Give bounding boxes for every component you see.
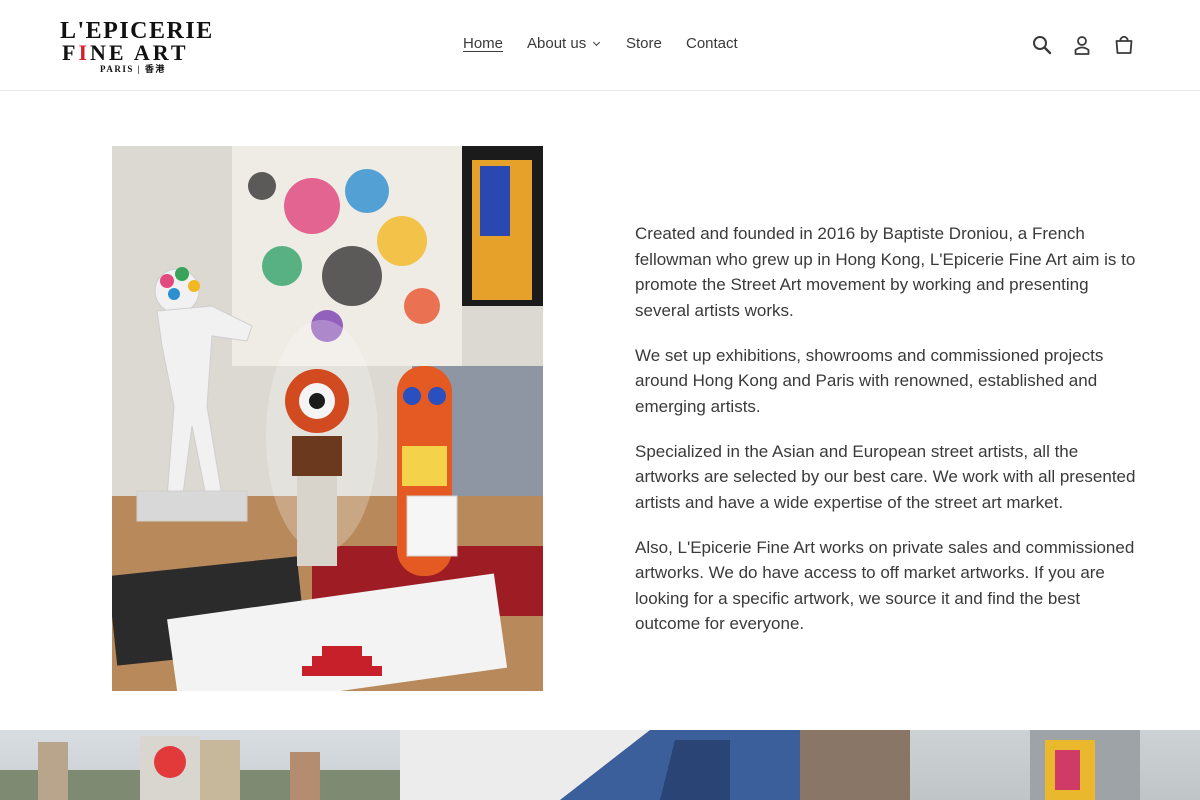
chevron-down-icon bbox=[593, 38, 601, 47]
about-paragraph-2: We set up exhibitions, showrooms and com… bbox=[635, 345, 1104, 416]
nav-store-link[interactable]: Store bbox=[626, 35, 662, 52]
about-paragraph-1: Created and founded in 2016 by Baptiste … bbox=[635, 224, 1136, 320]
gallery-tile-2[interactable] bbox=[400, 730, 800, 800]
nav-about-dropdown[interactable]: About us bbox=[527, 35, 601, 52]
nav-home-link[interactable]: Home bbox=[463, 35, 503, 52]
gallery-tile-3[interactable] bbox=[800, 730, 1200, 800]
logo-line-3: PARIS | 香港 bbox=[100, 64, 166, 74]
about-text: Created and founded in 2016 by Baptiste … bbox=[635, 221, 1145, 656]
main-nav: Home About us Store Contact bbox=[0, 35, 1200, 57]
search-icon[interactable] bbox=[1030, 33, 1054, 57]
nav-contact-link[interactable]: Contact bbox=[686, 35, 738, 52]
cart-icon[interactable] bbox=[1112, 33, 1136, 57]
gallery-tile-1[interactable] bbox=[0, 730, 400, 800]
feature-image bbox=[112, 146, 543, 691]
nav-about-label: About us bbox=[527, 35, 587, 52]
account-icon[interactable] bbox=[1070, 33, 1094, 57]
site-header: L'EPICERIE FINE ART PARIS | 香港 Home Abou… bbox=[0, 0, 1200, 91]
about-paragraph-3: Specialized in the Asian and European st… bbox=[635, 441, 1136, 512]
about-paragraph-4: Also, L'Epicerie Fine Art works on priva… bbox=[635, 537, 1135, 634]
